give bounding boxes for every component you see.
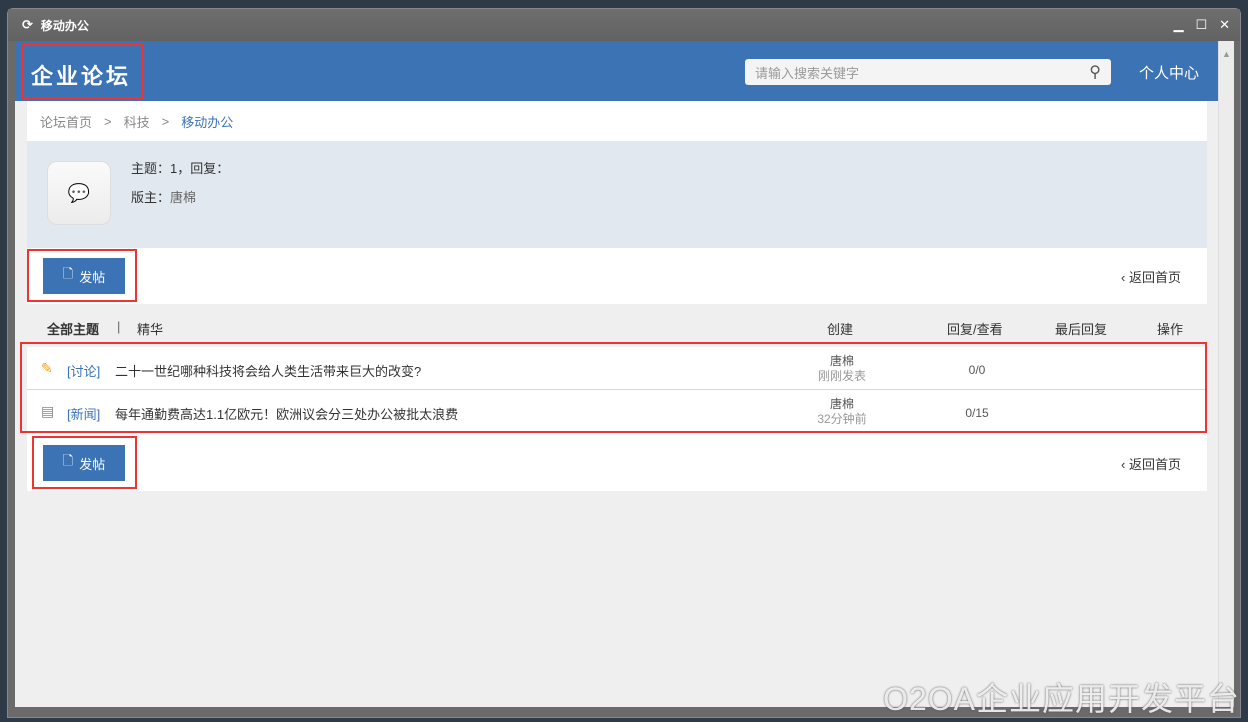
col-last-reply: 最后回复 (1055, 322, 1108, 337)
discussion-icon: ✎ (41, 360, 53, 376)
breadcrumb-sep: > (104, 113, 112, 129)
app-window: ⟳ 移动办公 ▁ ☐ ✕ 企业论坛 请输入搜索关键字 ⚲ 个人中心 ▲ 论坛首页… (7, 8, 1241, 718)
section-moderator: 版主：唐棉 (131, 187, 196, 206)
section-stats: 主题：1，回复： (131, 161, 230, 176)
search-input[interactable]: 请输入搜索关键字 ⚲ (745, 59, 1111, 85)
new-post-icon: 🗋 (62, 266, 74, 281)
topic-time: 刚刚发表 (817, 369, 866, 383)
topic-category[interactable]: [新闻] (67, 404, 100, 423)
refresh-icon[interactable]: ⟳ (22, 17, 33, 33)
tab-featured[interactable]: 精华 (137, 319, 163, 338)
breadcrumb-tech[interactable]: 科技 (124, 112, 150, 131)
close-button[interactable]: ✕ (1219, 17, 1230, 33)
forum-logo[interactable]: 企业论坛 (31, 59, 131, 91)
post-button-bottom[interactable]: 🗋 发帖 (43, 445, 125, 481)
scroll-up-icon[interactable]: ▲ (1219, 49, 1234, 59)
breadcrumb-home[interactable]: 论坛首页 (40, 112, 92, 131)
action-bar-top: 🗋 发帖 ‹ 返回首页 (27, 248, 1207, 304)
tab-all-topics[interactable]: 全部主题 (47, 319, 99, 338)
topic-row[interactable]: ▤ [新闻] 每年通勤费高达1.1亿欧元！欧洲议会分三处办公被批太浪费 唐棉 32… (27, 390, 1207, 433)
back-home-link-bottom[interactable]: ‹ 返回首页 (1121, 454, 1181, 473)
tab-separator: | (117, 319, 121, 334)
topic-author[interactable]: 唐棉 (787, 397, 897, 412)
back-home-link[interactable]: ‹ 返回首页 (1121, 267, 1181, 286)
action-bar-bottom: 🗋 发帖 ‹ 返回首页 (27, 433, 1207, 491)
title-bar: ⟳ 移动办公 (8, 9, 1240, 41)
forum-page: 企业论坛 请输入搜索关键字 ⚲ 个人中心 ▲ 论坛首页 > 科技 > 移动办公 … (15, 41, 1234, 707)
col-ops: 操作 (1157, 322, 1184, 337)
search-placeholder: 请输入搜索关键字 (755, 65, 860, 81)
maximize-button[interactable]: ☐ (1195, 17, 1207, 33)
topic-author[interactable]: 唐棉 (787, 354, 897, 369)
back-label: 返回首页 (1128, 270, 1181, 285)
chevron-left-icon: ‹ (1121, 270, 1129, 285)
topic-title[interactable]: 二十一世纪哪种科技将会给人类生活带来巨大的改变? (115, 361, 421, 380)
watermark: O2OA企业应用开发平台 (883, 681, 1240, 717)
col-replies-views: 回复/查看 (947, 322, 1003, 337)
search-icon[interactable]: ⚲ (1089, 62, 1101, 82)
post-button[interactable]: 🗋 发帖 (43, 258, 125, 294)
topic-list: ✎ [讨论] 二十一世纪哪种科技将会给人类生活带来巨大的改变? 唐棉 刚刚发表 0… (27, 347, 1207, 433)
section-avatar-chat-icon: 💬 (47, 161, 111, 225)
chevron-left-icon: ‹ (1121, 457, 1129, 472)
col-created: 创建 (827, 322, 854, 337)
post-label: 发帖 (79, 269, 106, 285)
moderator-name[interactable]: 唐棉 (170, 190, 196, 205)
minimize-button[interactable]: ▁ (1173, 17, 1183, 33)
topic-category[interactable]: [讨论] (67, 361, 100, 380)
topic-row[interactable]: ✎ [讨论] 二十一世纪哪种科技将会给人类生活带来巨大的改变? 唐棉 刚刚发表 0… (27, 347, 1207, 390)
moderator-label: 版主： (131, 190, 171, 205)
topic-stats: 0/15 (965, 406, 989, 420)
post-label: 发帖 (79, 456, 106, 472)
topic-time: 32分钟前 (817, 412, 867, 426)
breadcrumb-sep: > (161, 113, 170, 129)
topic-title[interactable]: 每年通勤费高达1.1亿欧元！欧洲议会分三处办公被批太浪费 (115, 404, 458, 423)
topic-stats: 0/0 (968, 363, 986, 377)
window-title: 移动办公 (40, 18, 89, 33)
back-label: 返回首页 (1128, 457, 1181, 472)
topic-table-header: 全部主题 | 精华 创建 回复/查看 最后回复 操作 (27, 304, 1207, 347)
section-info: 💬 主题：1，回复： 版主：唐棉 (27, 141, 1207, 248)
breadcrumb: 论坛首页 > 科技 > 移动办公 (27, 101, 1207, 141)
new-post-icon: 🗋 (62, 453, 74, 468)
scrollbar[interactable]: ▲ (1218, 41, 1234, 707)
breadcrumb-current[interactable]: 移动办公 (181, 112, 233, 131)
news-icon: ▤ (41, 403, 55, 419)
user-center-link[interactable]: 个人中心 (1139, 62, 1199, 83)
top-header: 企业论坛 请输入搜索关键字 ⚲ 个人中心 (15, 41, 1218, 101)
